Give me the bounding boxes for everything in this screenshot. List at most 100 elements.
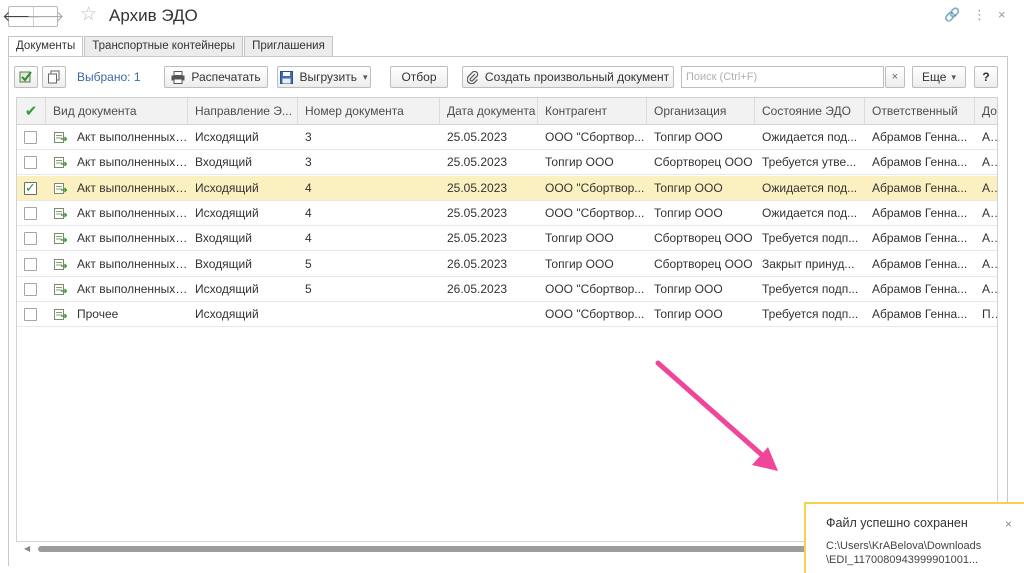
tab-documents[interactable]: Документы	[8, 36, 84, 57]
table-row[interactable]: Акт выполненных ... Входящий 5 26.05.2023 То…	[17, 252, 997, 277]
header-document[interactable]: Док	[975, 98, 997, 125]
cell-edo-state: Требуется подп...	[762, 307, 859, 322]
help-button[interactable]: ?	[974, 66, 998, 88]
select-all-button[interactable]	[14, 66, 38, 88]
header-edo-state[interactable]: Состояние ЭДО	[755, 98, 865, 125]
link-icon[interactable]: 🔗	[944, 7, 960, 23]
print-button[interactable]: Распечатать	[164, 66, 268, 88]
row-checkbox[interactable]	[24, 257, 37, 271]
scroll-left-icon[interactable]: ◀	[24, 544, 30, 553]
toolbar: Выбрано: 1 Распечатать Выгрузить ▾ Отбор…	[14, 66, 1004, 88]
cell-counterparty: Топгир ООО	[545, 256, 614, 271]
cell-doc-number: 3	[305, 130, 312, 144]
notification-path-line-1: C:\Users\KrABelova\Downloads	[826, 540, 982, 552]
cell-doc-date: 25.05.2023	[447, 155, 508, 170]
chevron-down-icon: ▾	[951, 71, 956, 82]
tab-invitations[interactable]: Приглашения	[244, 36, 333, 56]
cell-edo-state: Ожидается под...	[762, 180, 858, 195]
check-column-icon[interactable]: ✔	[17, 98, 46, 125]
copy-button[interactable]	[42, 66, 66, 88]
annotation-arrow-icon	[655, 360, 778, 471]
row-checkbox[interactable]	[24, 282, 37, 296]
row-checkbox[interactable]	[24, 308, 37, 322]
header-doc-type[interactable]: Вид документа	[46, 98, 188, 125]
print-button-label: Распечатать	[191, 70, 261, 84]
row-checkbox[interactable]	[24, 206, 37, 220]
cell-responsible: Абрамов Генна...	[872, 205, 968, 220]
table-row[interactable]: Акт выполненных ... Исходящий 5 26.05.2023 О…	[17, 277, 997, 302]
chevron-down-icon: ▾	[362, 71, 368, 82]
cell-direction: Исходящий	[195, 180, 259, 195]
favorite-star-icon[interactable]: ☆	[80, 3, 97, 26]
more-menu-icon[interactable]: ⋮	[973, 7, 986, 23]
create-custom-document-button[interactable]: Создать произвольный документ	[462, 66, 674, 88]
cell-doc-date: 25.05.2023	[447, 130, 508, 144]
cell-organization: Топгир ООО	[654, 130, 723, 144]
forward-arrow-icon[interactable]: 🡒	[27, 7, 64, 26]
row-checkbox[interactable]	[24, 131, 37, 144]
edo-document-icon	[54, 157, 67, 169]
cell-responsible: Абрамов Генна...	[872, 281, 968, 296]
cell-document: Акт	[982, 130, 997, 144]
tab-transport-containers[interactable]: Транспортные контейнеры	[84, 36, 244, 56]
cell-document: Акт	[982, 281, 997, 296]
cell-document: Акт	[982, 155, 997, 170]
header-organization[interactable]: Организация	[647, 98, 755, 125]
save-notification[interactable]: Файл успешно сохранен × C:\Users\KrABelo…	[804, 502, 1024, 573]
check-list-icon	[19, 71, 32, 83]
cell-doc-number: 3	[305, 155, 312, 170]
cell-doc-type: Акт выполненных ...	[77, 130, 188, 144]
edo-document-icon	[54, 283, 67, 295]
close-window-icon[interactable]: ×	[998, 7, 1006, 22]
edo-document-icon	[54, 207, 67, 219]
header-doc-number[interactable]: Номер документа	[298, 98, 440, 125]
table-row[interactable]: Прочее Исходящий ООО "Сбортвор... Топгир ОО…	[17, 302, 997, 328]
header-responsible[interactable]: Ответственный	[865, 98, 975, 125]
cell-edo-state: Требуется утве...	[762, 155, 857, 170]
clear-search-icon[interactable]: ×	[885, 66, 905, 88]
export-button[interactable]: Выгрузить ▾	[277, 66, 371, 88]
table-row[interactable]: Акт выполненных ... Исходящий 4 25.05.2023 О…	[17, 201, 997, 226]
cell-document: Акт	[982, 180, 997, 195]
cell-doc-type: Прочее	[77, 307, 119, 322]
floppy-disk-icon	[280, 70, 294, 84]
cell-doc-type: Акт выполненных ...	[77, 256, 188, 271]
edo-document-icon	[54, 182, 67, 194]
row-checkbox[interactable]	[24, 232, 37, 246]
scrollbar-thumb[interactable]	[38, 546, 838, 552]
cell-responsible: Абрамов Генна...	[872, 231, 968, 246]
header-direction[interactable]: Направление Э...	[188, 98, 298, 125]
cell-organization: Сбортворец ООО	[654, 155, 753, 170]
cell-responsible: Абрамов Генна...	[872, 307, 968, 322]
table-row[interactable]: Акт выполненных ... Исходящий 4 25.05.2023 О…	[17, 175, 997, 201]
filter-button[interactable]: Отбор	[390, 66, 448, 88]
row-checkbox[interactable]	[24, 180, 37, 196]
cell-doc-number: 5	[305, 281, 312, 296]
cell-direction: Исходящий	[195, 130, 259, 144]
cell-doc-number	[298, 302, 440, 327]
table-header: ✔ Вид документа Направление Э... Номер д…	[17, 98, 997, 125]
cell-responsible: Абрамов Генна...	[872, 180, 968, 195]
edo-document-icon	[54, 132, 67, 143]
header-doc-date[interactable]: Дата документа	[440, 98, 538, 125]
table-row[interactable]: Акт выполненных ... Входящий 3 25.05.2023 То…	[17, 150, 997, 176]
more-button[interactable]: Еще ▾	[912, 66, 966, 88]
filter-button-label: Отбор	[401, 70, 437, 84]
cell-direction: Входящий	[195, 256, 252, 271]
title-bar: 🡐 🡒 ☆ Архив ЭДО 🔗 ⋮ ×	[0, 0, 1024, 32]
table-row[interactable]: Акт выполненных ... Исходящий 3 25.05.2023 О…	[17, 125, 997, 150]
row-checkbox[interactable]	[24, 156, 37, 170]
cell-counterparty: ООО "Сбортвор...	[545, 205, 645, 220]
close-notification-icon[interactable]: ×	[1005, 517, 1012, 531]
header-counterparty[interactable]: Контрагент	[538, 98, 647, 125]
cell-counterparty: Топгир ООО	[545, 231, 614, 246]
cell-direction: Входящий	[195, 155, 252, 170]
create-custom-document-label: Создать произвольный документ	[484, 70, 670, 84]
table-row[interactable]: Акт выполненных ... Входящий 4 25.05.2023 То…	[17, 226, 997, 252]
cell-doc-date: 26.05.2023	[447, 281, 508, 296]
notification-title: Файл успешно сохранен	[826, 516, 968, 530]
search-input[interactable]	[681, 66, 884, 88]
edo-document-icon	[54, 258, 67, 270]
cell-doc-number: 4	[305, 231, 312, 246]
cell-document: Акт	[982, 256, 997, 271]
